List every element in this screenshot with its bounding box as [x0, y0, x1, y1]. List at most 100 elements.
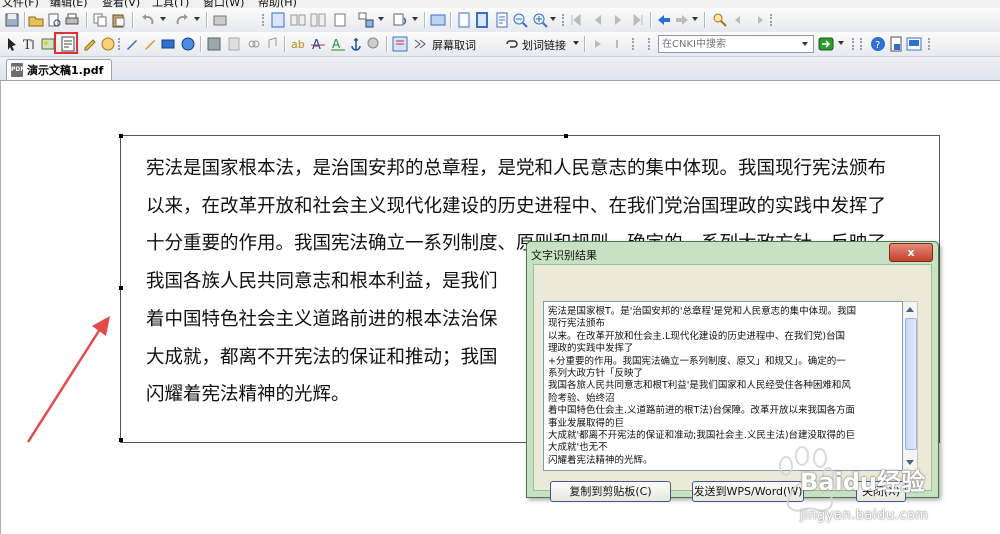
search-go-dropdown-icon[interactable]: [838, 41, 844, 45]
tab-label: 演示文稿1.pdf: [27, 64, 104, 77]
copy-to-clipboard-button[interactable]: 复制到剪贴板(C): [550, 481, 671, 502]
print-icon[interactable]: [64, 12, 80, 28]
watermark-url: jingyan.baidu.com: [800, 508, 929, 523]
highlight-marker-icon[interactable]: [82, 36, 98, 52]
ellipse-icon[interactable]: [180, 36, 196, 52]
dialog-close-button[interactable]: x: [889, 243, 933, 262]
strikethrough-icon[interactable]: A: [310, 36, 326, 52]
play-icon[interactable]: [590, 36, 606, 52]
rectangle-icon[interactable]: [160, 36, 176, 52]
capture-word-toggle-icon[interactable]: [392, 36, 408, 52]
zoom-in-icon[interactable]: [532, 12, 548, 28]
rotate-dropdown-icon[interactable]: [412, 17, 418, 21]
select-cursor-icon[interactable]: [4, 36, 20, 52]
ocr-text-line: 事业发展取得的巨: [548, 417, 625, 429]
find-next-icon[interactable]: [750, 12, 766, 28]
document-line: 宪法是国家根本法，是治国安邦的总章程，是党和人民意志的集中体现。我国现行宪法颁布: [146, 158, 887, 179]
find-icon[interactable]: [712, 12, 728, 28]
fit-width-icon[interactable]: [474, 12, 490, 28]
print-preview-icon[interactable]: [46, 12, 62, 28]
paste-icon[interactable]: [110, 12, 126, 28]
ocr-text-line: 宪法是国家根T。是'治国安邦的'总章程'是党和人民意志的集中体现。我国: [548, 306, 857, 317]
about-icon[interactable]: [906, 36, 922, 52]
ocr-text-line: 险考验、始终沼: [548, 392, 615, 404]
text-select-icon[interactable]: T: [22, 36, 38, 52]
copy-icon[interactable]: [92, 12, 108, 28]
redo-dropdown-icon[interactable]: [194, 17, 200, 21]
annotation-arrow: [26, 316, 110, 443]
pencil-icon[interactable]: [142, 36, 158, 52]
forward-icon[interactable]: [674, 12, 690, 28]
document-info-icon[interactable]: [888, 36, 904, 52]
back-icon[interactable]: [656, 12, 672, 28]
dialog-title: 文字识别结果: [531, 249, 597, 262]
menu-bar: 文件(F) 编辑(E) 查看(V) 工具(T) 窗口(W) 帮助(H): [0, 0, 1000, 9]
save-icon[interactable]: [4, 12, 20, 28]
help-icon[interactable]: ?: [870, 36, 886, 52]
attachment-icon[interactable]: [226, 36, 242, 52]
next-page-icon[interactable]: [610, 12, 626, 28]
last-page-icon[interactable]: [630, 12, 646, 28]
continuous-pages-icon[interactable]: [310, 12, 326, 28]
audio-icon[interactable]: [264, 36, 280, 52]
search-go-icon[interactable]: [818, 36, 834, 52]
redo-icon[interactable]: [174, 12, 190, 28]
pdf-file-icon: PDF: [11, 63, 24, 77]
toolbar-options-icon[interactable]: [212, 12, 228, 28]
close-icon: x: [907, 246, 915, 259]
open-icon[interactable]: [28, 12, 44, 28]
note-icon[interactable]: [206, 36, 222, 52]
scroll-thumb[interactable]: [905, 318, 917, 450]
forward-dropdown-icon[interactable]: [692, 17, 698, 21]
screen-capture-word-button[interactable]: 屏幕取词: [432, 37, 476, 53]
selection-handle[interactable]: [119, 286, 123, 290]
cnki-search-dropdown-icon[interactable]: [802, 42, 808, 46]
fit-page-icon[interactable]: [456, 12, 472, 28]
layout-dropdown-icon[interactable]: [378, 17, 384, 21]
cnki-search-input[interactable]: [659, 36, 801, 52]
ocr-text-line: +分重要的作用。我国宪法确立一系列制度、原又」和规又」。确定的一: [548, 355, 846, 367]
first-page-icon[interactable]: [568, 12, 584, 28]
undo-icon[interactable]: [140, 12, 156, 28]
zoom-dropdown-icon[interactable]: [550, 17, 556, 21]
ocr-button-highlight: [54, 32, 78, 54]
main-toolbar: [0, 8, 1000, 33]
anchor-icon[interactable]: [348, 36, 364, 52]
stop-icon[interactable]: [610, 36, 626, 52]
selection-handle[interactable]: [564, 134, 568, 138]
tools-toolbar: T ab A A 屏幕取词 划词链接 ?: [0, 32, 1000, 57]
pen-icon[interactable]: [124, 36, 140, 52]
scroll-up-icon[interactable]: [906, 307, 914, 312]
eraser-icon[interactable]: [366, 36, 382, 52]
undo-dropdown-icon[interactable]: [160, 17, 166, 21]
word-link-dropdown-icon[interactable]: [573, 41, 579, 45]
cnki-search-box[interactable]: [658, 35, 814, 53]
link-word-icon[interactable]: [412, 36, 428, 52]
document-tab-strip: PDF 演示文稿1.pdf: [0, 57, 1000, 81]
text-markup-icon[interactable]: ab: [290, 36, 306, 52]
word-link-button[interactable]: 划词链接: [522, 37, 566, 53]
watermark-brand: Baidu经验: [800, 468, 925, 496]
scroll-mode-icon[interactable]: [332, 12, 348, 28]
single-page-icon[interactable]: [270, 12, 286, 28]
document-line: 以来，在改革开放和社会主义现代化建设的历史进程中、在我们党治国理政的实践中发挥了: [146, 195, 887, 217]
stamp-icon[interactable]: [100, 36, 116, 52]
actual-size-icon[interactable]: [494, 12, 510, 28]
selection-handle[interactable]: [119, 134, 123, 138]
facing-pages-icon[interactable]: [290, 12, 306, 28]
underline-icon[interactable]: A: [330, 36, 346, 52]
link-icon[interactable]: [246, 36, 262, 52]
zoom-out-icon[interactable]: [512, 12, 528, 28]
ocr-text-line: 着中国特色仕会主.义道路前进的根T法)台保障。改革开放以来我国各方面: [548, 405, 856, 417]
previous-page-icon[interactable]: [590, 12, 606, 28]
fullscreen-icon[interactable]: [430, 12, 446, 28]
tab-document[interactable]: PDF 演示文稿1.pdf: [6, 59, 113, 80]
word-link-icon: [504, 36, 520, 52]
rotate-icon[interactable]: [392, 12, 408, 28]
layout-icon[interactable]: [358, 12, 374, 28]
svg-text:ab: ab: [291, 38, 305, 51]
ocr-text-line: 系列大政方针「反映了: [548, 368, 644, 380]
find-previous-icon[interactable]: [732, 12, 748, 28]
ocr-text-line: 现行宪法颁布: [548, 318, 606, 330]
ocr-text-line: 大成就'都离不开宪法的保证和准动;我国社会主.义民主法)台建没取得的巨: [548, 430, 856, 442]
